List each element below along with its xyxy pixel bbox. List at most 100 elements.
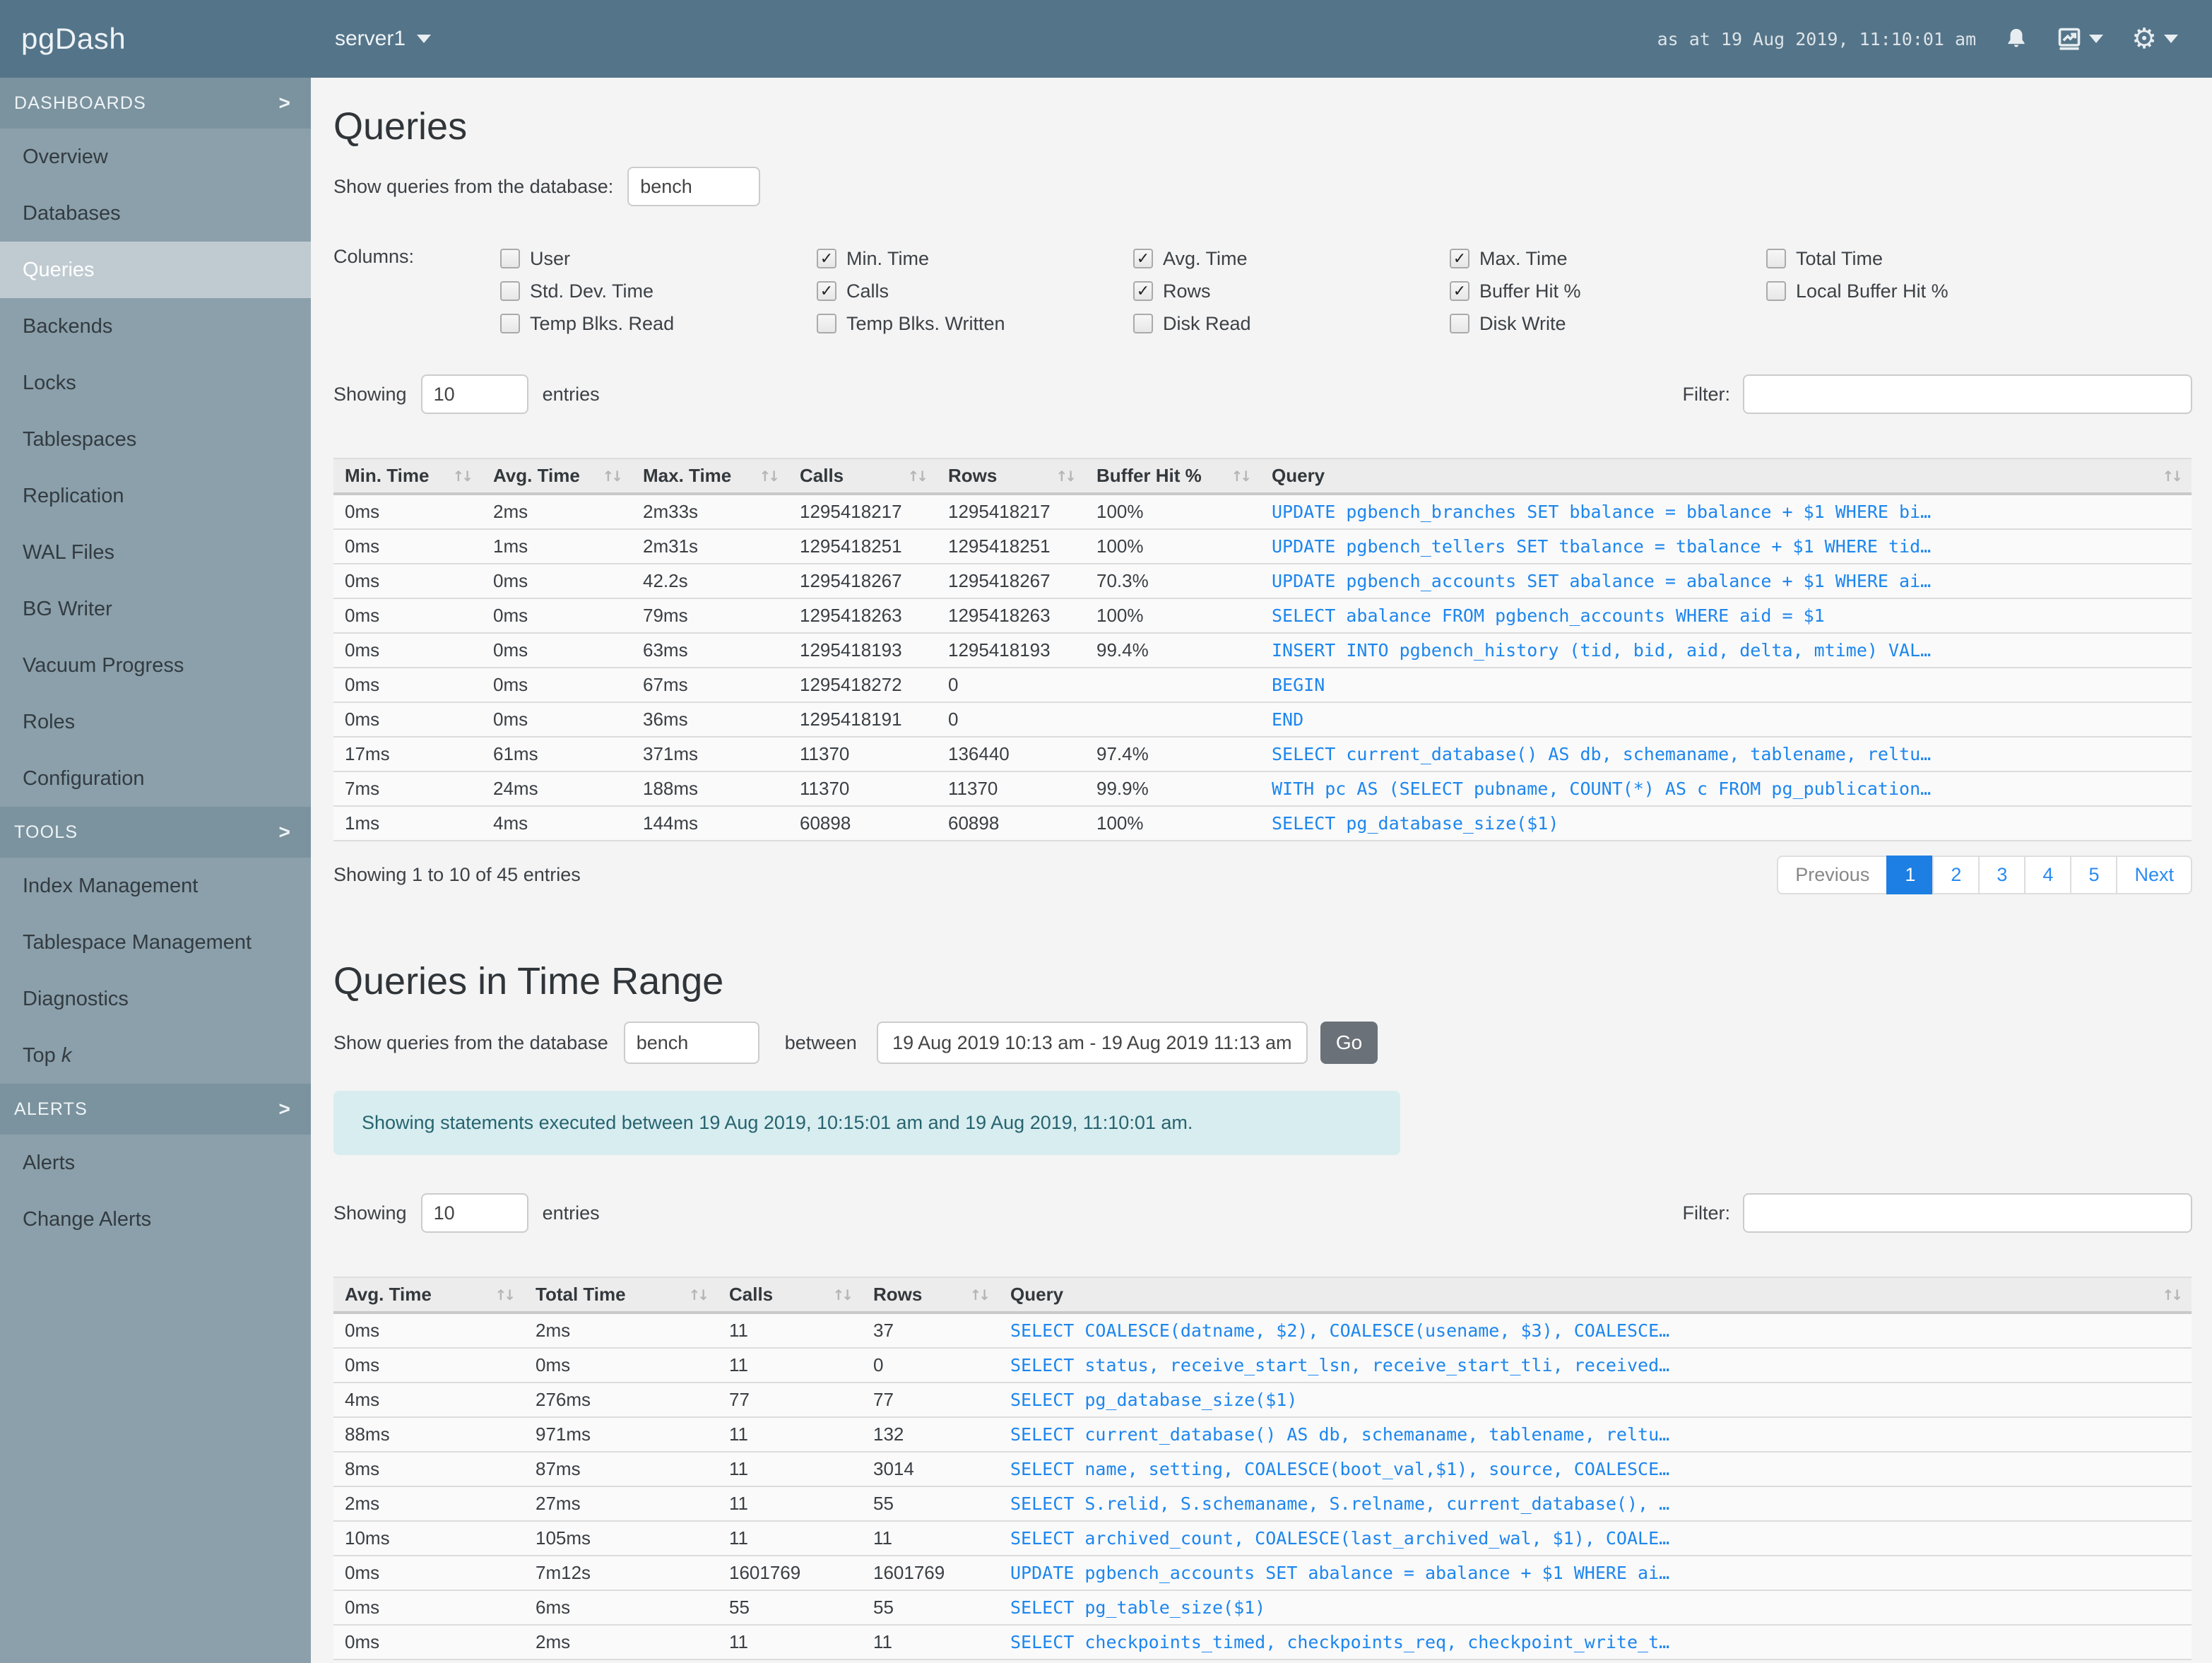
sidebar-section-tools[interactable]: TOOLS > [0, 807, 311, 858]
column-toggle-std-dev-time[interactable]: Std. Dev. Time [500, 276, 817, 307]
sidebar-item-queries[interactable]: Queries [0, 242, 311, 298]
column-header-calls[interactable]: Calls ↑↓ [718, 1277, 862, 1314]
query-link[interactable]: INSERT INTO pgbench_history (tid, bid, a… [1272, 640, 1931, 661]
sidebar-item-configuration[interactable]: Configuration [0, 750, 311, 807]
sort-icon[interactable]: ↑↓ [907, 468, 928, 485]
sidebar-section-alerts[interactable]: ALERTS > [0, 1084, 311, 1135]
column-header-total-time[interactable]: Total Time ↑↓ [524, 1277, 718, 1314]
column-header-rows[interactable]: Rows ↑↓ [862, 1277, 999, 1314]
column-header-calls[interactable]: Calls ↑↓ [788, 458, 937, 495]
column-toggle-max-time[interactable]: ✓ Max. Time [1450, 243, 1766, 274]
checkbox-icon[interactable] [500, 281, 520, 301]
query-link[interactable]: SELECT archived_count, COALESCE(last_arc… [1010, 1528, 1669, 1549]
checkbox-icon[interactable] [500, 249, 520, 268]
column-header-max-time[interactable]: Max. Time ↑↓ [632, 458, 788, 495]
query-link[interactable]: UPDATE pgbench_tellers SET tbalance = tb… [1272, 536, 1931, 557]
query-link[interactable]: UPDATE pgbench_branches SET bbalance = b… [1272, 502, 1931, 522]
sidebar-item-locks[interactable]: Locks [0, 355, 311, 411]
sort-icon[interactable]: ↑↓ [832, 1286, 853, 1303]
query-link[interactable]: SELECT current_database() AS db, scheman… [1010, 1424, 1669, 1445]
filter-input[interactable] [1743, 374, 2192, 414]
checkbox-icon[interactable]: ✓ [1133, 281, 1153, 301]
sidebar-item-wal-files[interactable]: WAL Files [0, 524, 311, 581]
sidebar-item-index-management[interactable]: Index Management [0, 858, 311, 914]
sort-icon[interactable]: ↑↓ [1231, 468, 1251, 485]
date-range-input[interactable] [876, 1022, 1308, 1064]
sort-icon[interactable]: ↑↓ [2162, 468, 2182, 485]
database-input[interactable] [623, 1022, 759, 1064]
server-selector[interactable]: server1 [335, 27, 432, 51]
sort-icon[interactable]: ↑↓ [1055, 468, 1076, 485]
page-3[interactable]: 3 [1978, 856, 2026, 894]
sidebar-item-change-alerts[interactable]: Change Alerts [0, 1191, 311, 1248]
query-link[interactable]: BEGIN [1272, 675, 1325, 695]
column-toggle-temp-blks-read[interactable]: Temp Blks. Read [500, 308, 817, 339]
checkbox-icon[interactable] [1766, 281, 1786, 301]
column-toggle-buffer-hit[interactable]: ✓ Buffer Hit % [1450, 276, 1766, 307]
query-link[interactable]: SELECT checkpoints_timed, checkpoints_re… [1010, 1632, 1669, 1652]
page-2[interactable]: 2 [1932, 856, 1980, 894]
sort-icon[interactable]: ↑↓ [452, 468, 473, 485]
sort-icon[interactable]: ↑↓ [602, 468, 622, 485]
checkbox-icon[interactable] [1766, 249, 1786, 268]
column-toggle-user[interactable]: User [500, 243, 817, 274]
query-link[interactable]: SELECT pg_database_size($1) [1272, 813, 1559, 834]
sort-icon[interactable]: ↑↓ [759, 468, 779, 485]
sidebar-section-dashboards[interactable]: DASHBOARDS > [0, 78, 311, 129]
sidebar-item-replication[interactable]: Replication [0, 468, 311, 524]
column-toggle-temp-blks-written[interactable]: Temp Blks. Written [817, 308, 1133, 339]
checkbox-icon[interactable] [1450, 314, 1469, 333]
page-4[interactable]: 4 [2024, 856, 2072, 894]
column-header-buffer-hit[interactable]: Buffer Hit % ↑↓ [1085, 458, 1260, 495]
column-toggle-disk-read[interactable]: Disk Read [1133, 308, 1450, 339]
query-link[interactable]: SELECT pg_table_size($1) [1010, 1597, 1265, 1618]
query-link[interactable]: UPDATE pgbench_accounts SET abalance = a… [1272, 571, 1931, 591]
checkbox-icon[interactable] [817, 314, 836, 333]
sort-icon[interactable]: ↑↓ [495, 1286, 515, 1303]
query-link[interactable]: SELECT status, receive_start_lsn, receiv… [1010, 1355, 1669, 1375]
sidebar-item-diagnostics[interactable]: Diagnostics [0, 971, 311, 1027]
checkbox-icon[interactable] [500, 314, 520, 333]
query-link[interactable]: SELECT current_database() AS db, scheman… [1272, 744, 1931, 764]
query-link[interactable]: SELECT abalance FROM pgbench_accounts WH… [1272, 605, 1825, 626]
column-toggle-calls[interactable]: ✓ Calls [817, 276, 1133, 307]
page-5[interactable]: 5 [2070, 856, 2118, 894]
query-link[interactable]: SELECT pg_database_size($1) [1010, 1390, 1297, 1410]
sidebar-item-databases[interactable]: Databases [0, 185, 311, 242]
page-1[interactable]: 1 [1886, 856, 1934, 894]
column-header-rows[interactable]: Rows ↑↓ [937, 458, 1085, 495]
checkbox-icon[interactable]: ✓ [817, 249, 836, 268]
column-toggle-avg-time[interactable]: ✓ Avg. Time [1133, 243, 1450, 274]
query-link[interactable]: END [1272, 709, 1303, 730]
column-toggle-total-time[interactable]: Total Time [1766, 243, 2083, 274]
notifications-button[interactable] [2004, 26, 2028, 52]
query-link[interactable]: SELECT S.relid, S.schemaname, S.relname,… [1010, 1493, 1669, 1514]
filter-input[interactable] [1743, 1193, 2192, 1233]
column-toggle-disk-write[interactable]: Disk Write [1450, 308, 1766, 339]
sort-icon[interactable]: ↑↓ [969, 1286, 990, 1303]
query-link[interactable]: UPDATE pgbench_accounts SET abalance = a… [1010, 1563, 1669, 1583]
sidebar-item-bg-writer[interactable]: BG Writer [0, 581, 311, 637]
go-button[interactable]: Go [1320, 1022, 1378, 1064]
column-header-query[interactable]: Query ↑↓ [999, 1277, 2192, 1314]
column-header-min-time[interactable]: Min. Time ↑↓ [333, 458, 482, 495]
sidebar-item-tablespace-management[interactable]: Tablespace Management [0, 914, 311, 971]
checkbox-icon[interactable]: ✓ [817, 281, 836, 301]
query-link[interactable]: SELECT COALESCE(datname, $2), COALESCE(u… [1010, 1320, 1669, 1341]
checkbox-icon[interactable]: ✓ [1450, 281, 1469, 301]
sidebar-item-tablespaces[interactable]: Tablespaces [0, 411, 311, 468]
query-link[interactable]: SELECT name, setting, COALESCE(boot_val,… [1010, 1459, 1669, 1479]
sidebar-item-alerts[interactable]: Alerts [0, 1135, 311, 1191]
page-next[interactable]: Next [2116, 856, 2192, 894]
database-input[interactable] [627, 167, 761, 206]
settings-menu-button[interactable]: ⚙ [2131, 25, 2178, 53]
sidebar-item-roles[interactable]: Roles [0, 694, 311, 750]
checkbox-icon[interactable] [1133, 314, 1153, 333]
column-toggle-local-buffer-hit[interactable]: Local Buffer Hit % [1766, 276, 2083, 307]
sort-icon[interactable]: ↑↓ [688, 1286, 709, 1303]
checkbox-icon[interactable]: ✓ [1133, 249, 1153, 268]
sidebar-item-overview[interactable]: Overview [0, 129, 311, 185]
column-toggle-rows[interactable]: ✓ Rows [1133, 276, 1450, 307]
column-header-query[interactable]: Query ↑↓ [1260, 458, 2192, 495]
entries-input[interactable] [420, 1193, 528, 1233]
